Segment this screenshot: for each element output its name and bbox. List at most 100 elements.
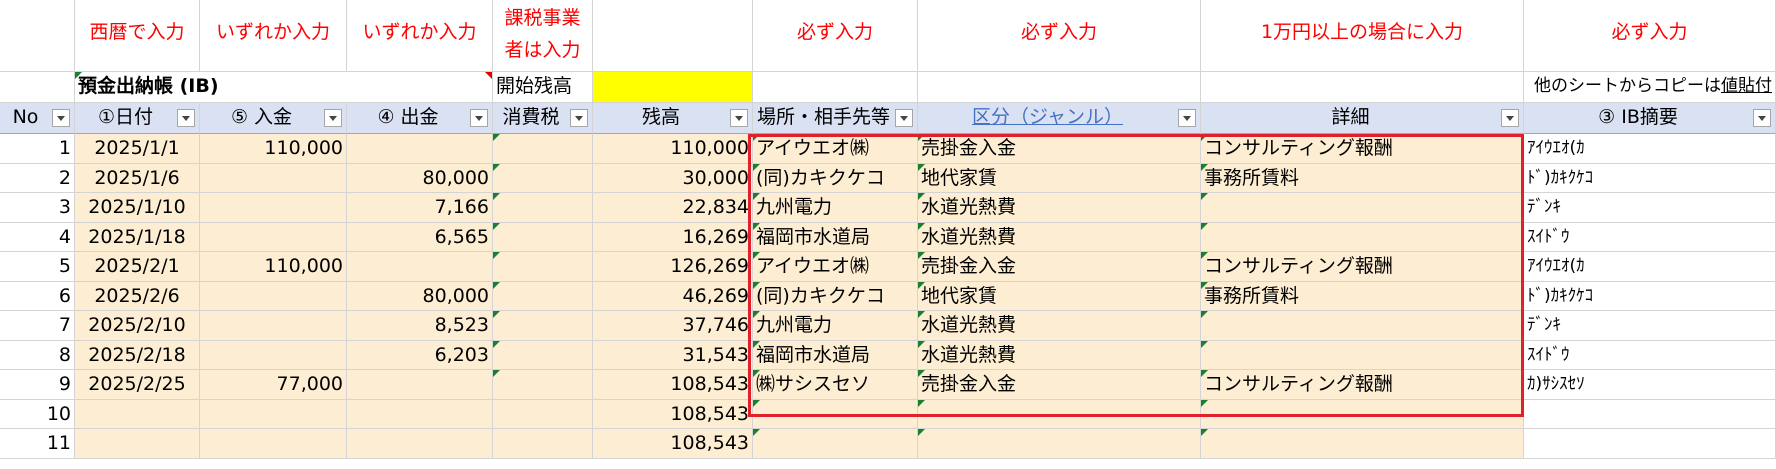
table-cell[interactable] <box>493 252 593 282</box>
table-cell[interactable] <box>200 193 347 223</box>
table-cell[interactable]: 福岡市水道局 <box>753 340 918 370</box>
table-cell[interactable]: 108,543 <box>593 370 753 400</box>
table-cell[interactable] <box>75 399 200 429</box>
table-cell[interactable]: 6,203 <box>347 340 493 370</box>
table-cell[interactable]: ﾄﾞ)ｶｷｸｹｺ <box>1524 281 1776 311</box>
table-cell[interactable] <box>1201 429 1524 459</box>
table-cell[interactable] <box>918 429 1201 459</box>
table-cell[interactable]: 2025/1/1 <box>75 134 200 164</box>
table-cell[interactable] <box>493 340 593 370</box>
instruction-cell[interactable]: いずれか入力 <box>347 0 493 72</box>
column-header-3[interactable]: ④ 出金 <box>347 103 493 134</box>
filter-dropdown-icon[interactable] <box>730 109 748 127</box>
column-header-0[interactable]: No <box>0 103 75 134</box>
table-cell[interactable] <box>347 252 493 282</box>
column-header-4[interactable]: 消費税 <box>493 103 593 134</box>
table-cell[interactable]: 水道光熱費 <box>918 340 1201 370</box>
instruction-cell[interactable]: 1万円以上の場合に入力 <box>1201 0 1524 72</box>
table-cell[interactable]: 2025/2/1 <box>75 252 200 282</box>
table-cell[interactable]: 80,000 <box>347 281 493 311</box>
table-cell[interactable]: 8 <box>0 340 75 370</box>
table-cell[interactable]: 8,523 <box>347 311 493 341</box>
table-cell[interactable]: ｶ)ｻｼｽｾｿ <box>1524 370 1776 400</box>
table-cell[interactable] <box>753 399 918 429</box>
filter-dropdown-icon[interactable] <box>470 109 488 127</box>
table-cell[interactable]: 6 <box>0 281 75 311</box>
title-row-cell[interactable] <box>347 72 493 103</box>
table-cell[interactable]: 九州電力 <box>753 311 918 341</box>
table-cell[interactable]: 2025/2/10 <box>75 311 200 341</box>
table-cell[interactable] <box>493 222 593 252</box>
table-cell[interactable] <box>200 429 347 459</box>
table-cell[interactable]: ｱｲｳｴｵ(ｶ <box>1524 252 1776 282</box>
table-cell[interactable]: 10 <box>0 399 75 429</box>
table-cell[interactable] <box>1524 429 1776 459</box>
table-cell[interactable] <box>753 429 918 459</box>
filter-dropdown-icon[interactable] <box>177 109 195 127</box>
table-cell[interactable]: 80,000 <box>347 163 493 193</box>
table-cell[interactable]: 46,269 <box>593 281 753 311</box>
table-cell[interactable] <box>1201 193 1524 223</box>
table-cell[interactable]: コンサルティング報酬 <box>1201 370 1524 400</box>
table-cell[interactable]: 16,269 <box>593 222 753 252</box>
column-header-8[interactable]: 詳細 <box>1201 103 1524 134</box>
column-header-9[interactable]: ③ IB摘要 <box>1524 103 1776 134</box>
table-cell[interactable]: 110,000 <box>200 252 347 282</box>
table-cell[interactable]: 7,166 <box>347 193 493 223</box>
filter-dropdown-icon[interactable] <box>570 109 588 127</box>
table-cell[interactable]: ｱｲｳｴｵ(ｶ <box>1524 134 1776 164</box>
table-cell[interactable] <box>493 311 593 341</box>
table-cell[interactable]: 31,543 <box>593 340 753 370</box>
table-cell[interactable] <box>493 163 593 193</box>
table-cell[interactable]: 77,000 <box>200 370 347 400</box>
table-cell[interactable]: 福岡市水道局 <box>753 222 918 252</box>
opening-balance-label[interactable]: 開始残高 <box>493 72 593 103</box>
table-cell[interactable] <box>347 134 493 164</box>
title-row-cell[interactable] <box>918 72 1201 103</box>
table-cell[interactable] <box>200 311 347 341</box>
instruction-cell[interactable]: いずれか入力 <box>200 0 347 72</box>
table-cell[interactable]: 2025/1/6 <box>75 163 200 193</box>
table-cell[interactable] <box>347 429 493 459</box>
table-cell[interactable]: ㈱サシスセソ <box>753 370 918 400</box>
instruction-cell[interactable] <box>593 0 753 72</box>
instruction-cell[interactable]: 課税事業 者は入力 <box>493 0 593 72</box>
table-cell[interactable]: 事務所賃料 <box>1201 163 1524 193</box>
table-cell[interactable]: 2025/2/25 <box>75 370 200 400</box>
table-cell[interactable]: 水道光熱費 <box>918 222 1201 252</box>
table-cell[interactable]: 22,834 <box>593 193 753 223</box>
table-cell[interactable]: 110,000 <box>200 134 347 164</box>
table-cell[interactable]: ﾃﾞﾝｷ <box>1524 311 1776 341</box>
table-cell[interactable] <box>493 429 593 459</box>
opening-balance-input[interactable] <box>593 72 753 103</box>
table-cell[interactable]: 2025/2/6 <box>75 281 200 311</box>
table-cell[interactable]: 37,746 <box>593 311 753 341</box>
table-cell[interactable]: 30,000 <box>593 163 753 193</box>
table-cell[interactable]: 水道光熱費 <box>918 193 1201 223</box>
column-header-2[interactable]: ⑤ 入金 <box>200 103 347 134</box>
table-cell[interactable] <box>75 429 200 459</box>
table-cell[interactable]: 売掛金入金 <box>918 370 1201 400</box>
table-cell[interactable]: 108,543 <box>593 429 753 459</box>
table-cell[interactable]: コンサルティング報酬 <box>1201 252 1524 282</box>
table-cell[interactable]: (同)カキクケコ <box>753 281 918 311</box>
instruction-cell[interactable]: 必ず入力 <box>753 0 918 72</box>
instruction-cell[interactable]: 必ず入力 <box>1524 0 1776 72</box>
table-cell[interactable]: 水道光熱費 <box>918 311 1201 341</box>
table-cell[interactable]: 2 <box>0 163 75 193</box>
instruction-cell-empty[interactable] <box>0 0 75 72</box>
table-cell[interactable]: 事務所賃料 <box>1201 281 1524 311</box>
table-cell[interactable] <box>1201 311 1524 341</box>
table-cell[interactable] <box>918 399 1201 429</box>
table-cell[interactable]: 126,269 <box>593 252 753 282</box>
table-cell[interactable] <box>1201 340 1524 370</box>
column-header-6[interactable]: 場所・相手先等 <box>753 103 918 134</box>
table-cell[interactable]: アイウエオ㈱ <box>753 252 918 282</box>
table-cell[interactable] <box>347 399 493 429</box>
instruction-cell[interactable]: 必ず入力 <box>918 0 1201 72</box>
sheet-title[interactable]: 預金出納帳 (IB) <box>75 72 347 103</box>
table-cell[interactable]: 売掛金入金 <box>918 252 1201 282</box>
table-cell[interactable] <box>493 134 593 164</box>
table-cell[interactable]: コンサルティング報酬 <box>1201 134 1524 164</box>
table-cell[interactable] <box>493 370 593 400</box>
